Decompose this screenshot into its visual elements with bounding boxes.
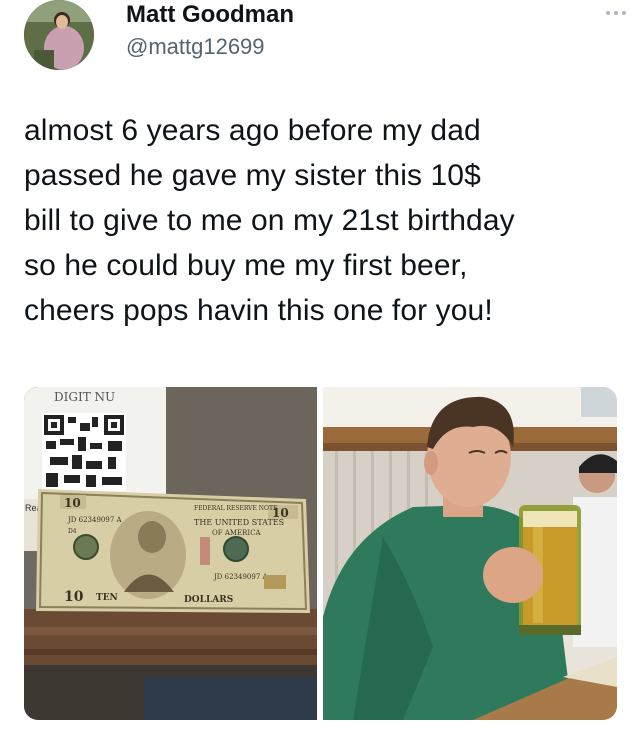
tweet-body-text: almost 6 years ago before my dad passed … — [24, 114, 515, 327]
author-avatar[interactable] — [24, 0, 94, 70]
bill-serial-bottom: JD 62349097 A — [213, 573, 268, 581]
bill-series-code: D4 — [68, 528, 77, 535]
bill-number-top-left: 10 — [64, 496, 81, 510]
bill-number-bottom-left: 10 — [64, 589, 84, 605]
more-dots-icon[interactable] — [602, 6, 630, 20]
bill-country-line2: OF AMERICA — [212, 529, 262, 537]
avatar-photo — [24, 0, 94, 70]
bill-denomination-word: TEN — [96, 593, 118, 603]
qr-code — [42, 413, 126, 491]
bill-reserve-note: FEDERAL RESERVE NOTE — [194, 505, 277, 512]
sign-text: DIGIT NU — [54, 390, 115, 404]
photo-man-drinking-beer[interactable] — [323, 387, 617, 720]
tweet-header: Matt Goodman @mattg12699 — [126, 0, 294, 62]
bill-denomination-plural: DOLLARS — [184, 595, 233, 605]
bill-country-line1: THE UNITED STATES — [194, 518, 284, 527]
photo-ten-dollar-bill[interactable]: DIGIT NU Read 10 10 10 FEDERAL RESERVE N… — [24, 387, 317, 720]
ten-dollar-bill: 10 10 10 FEDERAL RESERVE NOTE THE UNITED… — [36, 489, 310, 613]
author-handle[interactable]: @mattg12699 — [126, 32, 294, 62]
author-display-name[interactable]: Matt Goodman — [126, 0, 294, 30]
bill-serial-top: JD 62349097 A — [67, 516, 122, 524]
